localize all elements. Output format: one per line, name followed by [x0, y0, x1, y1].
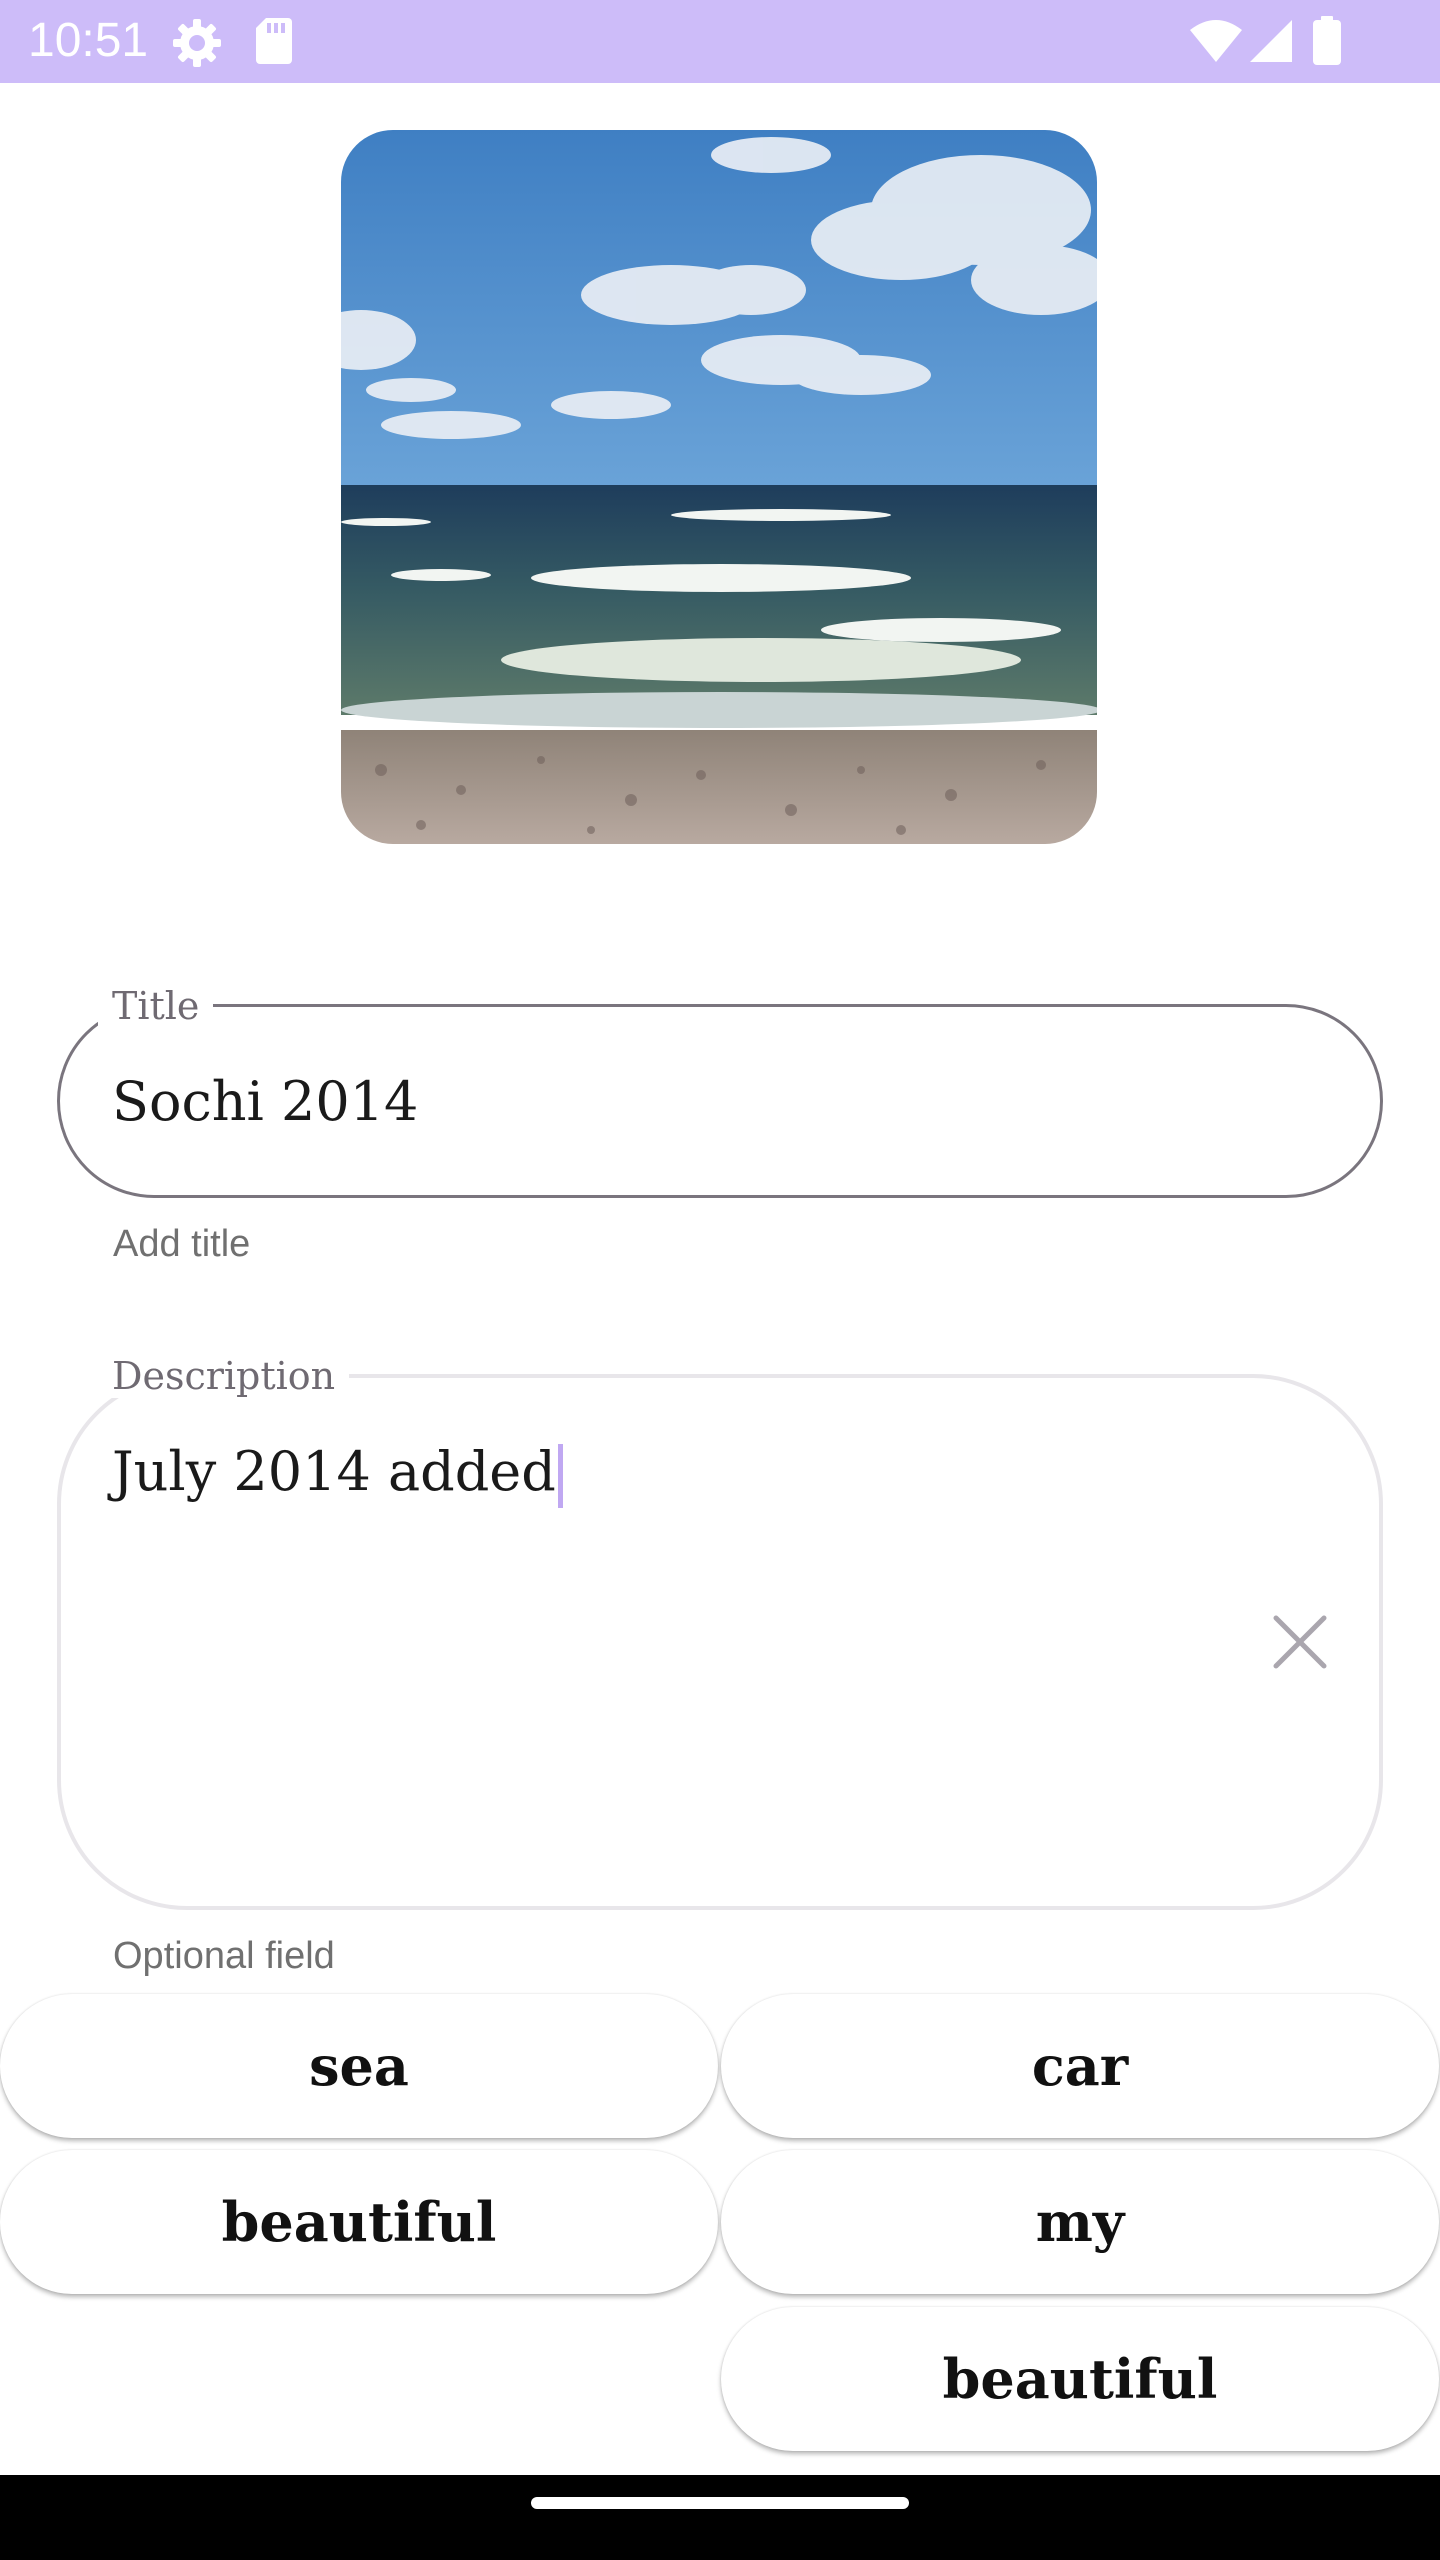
status-time: 10:51 — [28, 14, 149, 67]
sd-card-icon — [254, 16, 294, 70]
description-helper-text: Optional field — [113, 1935, 335, 1977]
photo-preview[interactable] — [341, 130, 1097, 844]
cellular-signal-icon — [1248, 18, 1294, 68]
tag-chip[interactable]: my — [721, 2150, 1439, 2294]
sea-beach-image — [341, 130, 1097, 844]
description-label: Description — [98, 1354, 350, 1398]
title-label: Title — [98, 984, 214, 1028]
text-cursor — [557, 1444, 563, 1508]
close-icon[interactable] — [1272, 1614, 1328, 1670]
battery-icon — [1312, 16, 1342, 70]
tag-chip[interactable]: sea — [0, 1994, 718, 2138]
navigation-bar — [0, 2475, 1440, 2560]
tag-chip[interactable]: car — [721, 1994, 1439, 2138]
tag-chip[interactable]: beautiful — [721, 2307, 1439, 2451]
description-input[interactable]: July 2014 added — [112, 1440, 563, 1508]
wifi-icon — [1188, 18, 1244, 68]
title-input[interactable]: Sochi 2014 — [112, 1070, 418, 1134]
title-helper-text: Add title — [113, 1223, 251, 1265]
home-gesture-handle[interactable] — [531, 2497, 909, 2509]
status-bar: 10:51 — [0, 0, 1440, 83]
description-value: July 2014 added — [112, 1440, 556, 1503]
tag-chip[interactable]: beautiful — [0, 2150, 718, 2294]
settings-gear-icon — [170, 16, 224, 74]
